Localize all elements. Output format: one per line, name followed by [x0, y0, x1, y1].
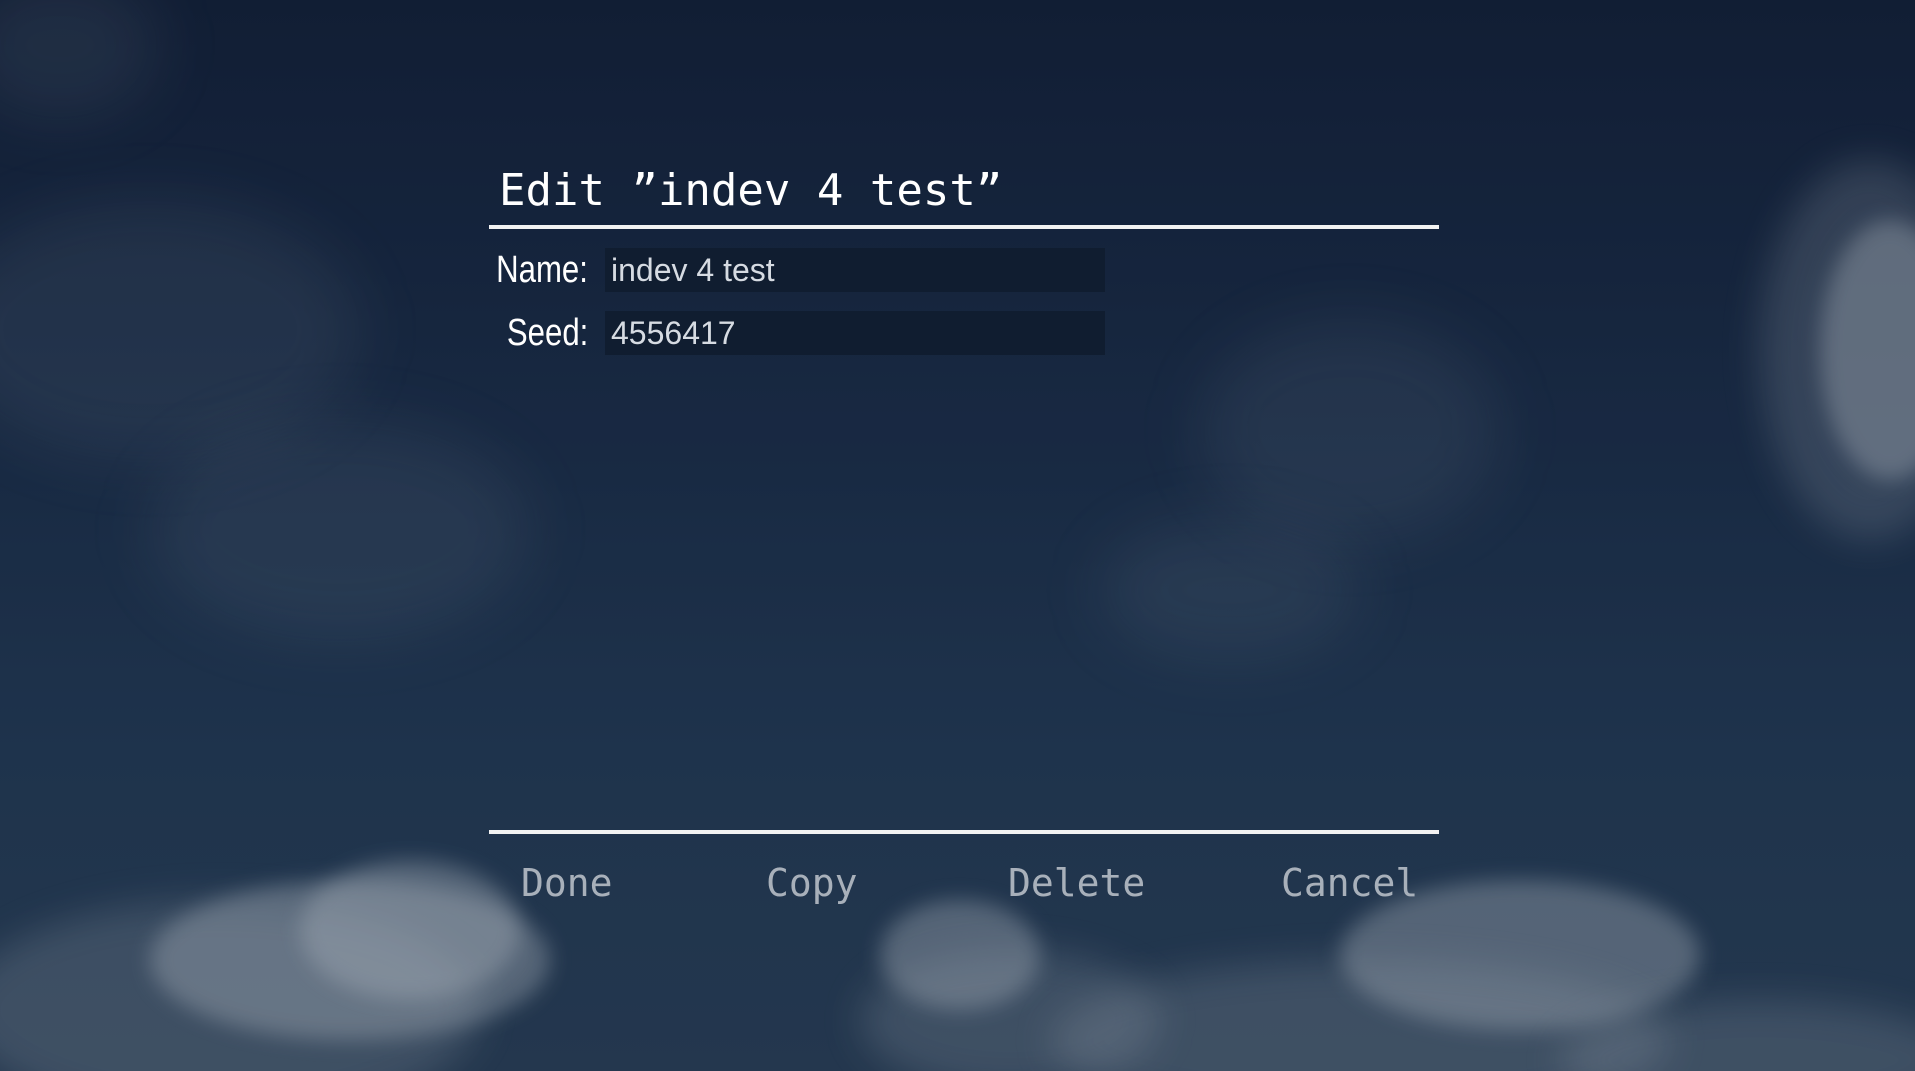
top-divider	[489, 225, 1439, 229]
cancel-button[interactable]: Cancel	[1281, 858, 1418, 908]
bottom-divider	[489, 830, 1439, 834]
seed-row: Seed:	[489, 311, 1105, 355]
name-row: Name:	[489, 248, 1105, 292]
dialog-title: Edit ”indev 4 test”	[499, 165, 1003, 216]
copy-button[interactable]: Copy	[766, 858, 858, 908]
done-button[interactable]: Done	[521, 858, 613, 908]
name-input[interactable]	[605, 248, 1105, 292]
sky-background	[0, 0, 1915, 1071]
delete-button[interactable]: Delete	[1008, 858, 1145, 908]
seed-label: Seed:	[506, 312, 588, 354]
seed-input[interactable]	[605, 311, 1105, 355]
name-label: Name:	[496, 249, 588, 291]
